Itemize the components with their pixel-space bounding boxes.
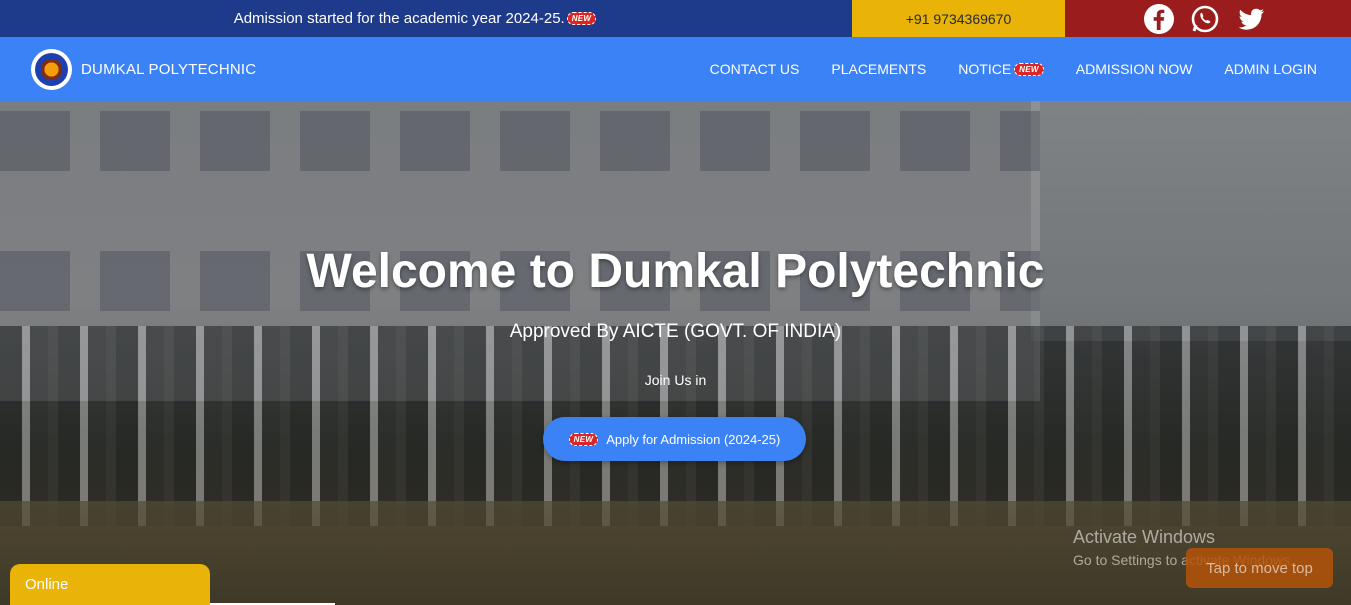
brand[interactable]: DUMKAL POLYTECHNIC: [31, 48, 257, 90]
nav-contact-us[interactable]: CONTACT US: [710, 61, 800, 77]
hero-title: Welcome to Dumkal Polytechnic: [306, 245, 1045, 298]
apply-admission-button[interactable]: NEW Apply for Admission (2024-25): [543, 417, 806, 461]
social-links: [1065, 0, 1351, 37]
watermark-line1: Activate Windows: [1073, 527, 1216, 547]
main-navbar: DUMKAL POLYTECHNIC CONTACT US PLACEMENTS…: [0, 37, 1351, 101]
facebook-icon[interactable]: [1143, 3, 1175, 35]
college-logo-icon: [31, 48, 72, 90]
nav-placements[interactable]: PLACEMENTS: [831, 61, 926, 77]
announcement-text: Admission started for the academic year …: [233, 10, 565, 27]
new-badge: NEW: [566, 12, 597, 25]
whatsapp-icon[interactable]: [1189, 3, 1221, 35]
nav-menu: CONTACT US PLACEMENTS NOTICE NEW ADMISSI…: [678, 61, 1317, 77]
nav-notice-label: NOTICE: [958, 61, 1012, 77]
phone-number[interactable]: +91 9734369670: [852, 0, 1065, 37]
hero-join-text: Join Us in: [644, 372, 707, 388]
notice-new-badge: NEW: [1014, 62, 1044, 76]
top-announcement-bar: Admission started for the academic year …: [0, 0, 1351, 37]
nav-notice[interactable]: NOTICE NEW: [958, 61, 1044, 77]
tap-to-top-button[interactable]: Tap to move top: [1186, 548, 1333, 588]
admission-announcement[interactable]: Admission started for the academic year …: [0, 0, 852, 37]
hero-subtitle: Approved By AICTE (GOVT. OF INDIA): [509, 321, 842, 342]
apply-button-label: Apply for Admission (2024-25): [606, 431, 781, 447]
nav-admin-login[interactable]: ADMIN LOGIN: [1224, 61, 1317, 77]
nav-admission-now[interactable]: ADMISSION NOW: [1076, 61, 1193, 77]
twitter-icon[interactable]: [1235, 3, 1267, 35]
online-chat-button[interactable]: Online: [10, 564, 210, 605]
brand-name: DUMKAL POLYTECHNIC: [81, 60, 257, 78]
apply-new-badge: NEW: [568, 432, 599, 446]
